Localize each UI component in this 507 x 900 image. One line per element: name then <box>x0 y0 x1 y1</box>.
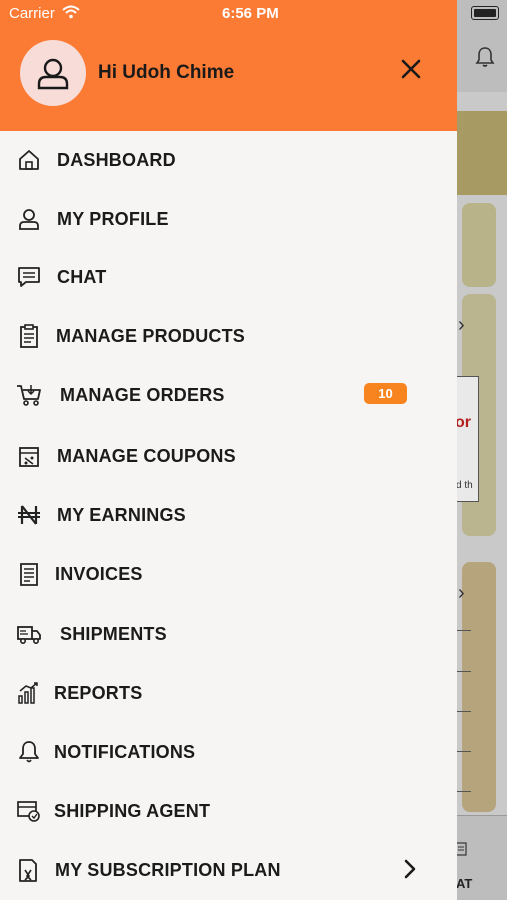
menu-item-label: CHAT <box>57 267 107 287</box>
menu-item-dashboard[interactable]: DASHBOARD <box>0 131 457 189</box>
navigation-drawer: Hi Udoh Chime DASHBOARD MY PROFILE CHAT … <box>0 0 457 900</box>
divider <box>457 751 471 752</box>
menu-item-label: SHIPMENTS <box>60 624 167 644</box>
menu-item-invoices[interactable]: INVOICES <box>0 545 457 603</box>
menu-item-my-subscription-plan[interactable]: MY SUBSCRIPTION PLAN <box>0 841 457 899</box>
naira-icon <box>18 505 40 525</box>
background-card <box>462 562 496 812</box>
menu-item-label: SHIPPING AGENT <box>54 801 211 821</box>
battery-icon <box>471 6 499 20</box>
home-icon <box>19 150 39 170</box>
chevron-right-icon: › <box>458 582 465 604</box>
cart-icon <box>17 385 41 406</box>
menu-item-label: MY EARNINGS <box>57 505 186 525</box>
divider <box>457 791 471 792</box>
user-icon <box>37 58 69 90</box>
background-card <box>462 203 496 287</box>
status-time: 6:56 PM <box>222 5 279 22</box>
menu-item-reports[interactable]: REPORTS <box>0 664 457 722</box>
menu-item-my-profile[interactable]: MY PROFILE <box>0 190 457 248</box>
greeting: Hi Udoh Chime <box>98 62 235 83</box>
avatar[interactable] <box>20 40 86 106</box>
menu-item-manage-products[interactable]: MANAGE PRODUCTS <box>0 307 457 365</box>
divider <box>457 671 471 672</box>
bell-icon <box>19 741 39 763</box>
background-promo-text: or <box>455 414 471 431</box>
menu-item-manage-coupons[interactable]: MANAGE COUPONS <box>0 427 457 485</box>
background-promo-subtext: d th <box>456 480 473 491</box>
bell-icon[interactable] <box>475 46 495 68</box>
menu-item-label: MANAGE PRODUCTS <box>56 326 246 346</box>
menu-item-chat[interactable]: CHAT <box>0 248 457 306</box>
menu-item-label: NOTIFICATIONS <box>54 742 196 762</box>
carrier-label: Carrier <box>9 5 55 22</box>
menu-item-label: INVOICES <box>55 564 143 584</box>
menu-item-notifications[interactable]: NOTIFICATIONS <box>0 723 457 781</box>
user-icon <box>19 209 39 230</box>
background-banner <box>457 111 507 195</box>
bar-chart-icon <box>18 682 38 704</box>
chat-icon <box>18 267 40 287</box>
chevron-right-icon[interactable] <box>400 858 420 880</box>
clipboard-icon <box>20 324 38 348</box>
chevron-right-icon: › <box>458 314 465 336</box>
menu-item-label: MY SUBSCRIPTION PLAN <box>55 860 281 880</box>
close-icon[interactable] <box>396 54 426 84</box>
subscription-icon <box>19 859 37 882</box>
divider <box>457 630 471 631</box>
menu-item-shipping-agent[interactable]: SHIPPING AGENT <box>0 782 457 840</box>
tab-label[interactable]: AT <box>456 876 472 891</box>
menu-item-label: DASHBOARD <box>57 150 176 170</box>
menu-item-label: MANAGE ORDERS <box>60 385 225 405</box>
menu-item-shipments[interactable]: SHIPMENTS <box>0 605 457 663</box>
menu-item-label: REPORTS <box>54 683 143 703</box>
divider <box>457 711 471 712</box>
coupon-icon <box>19 447 39 467</box>
invoice-icon <box>20 563 38 586</box>
menu-item-my-earnings[interactable]: MY EARNINGS <box>0 486 457 544</box>
status-bar: Carrier 6:56 PM <box>0 0 457 28</box>
truck-icon <box>17 626 41 644</box>
menu-item-label: MY PROFILE <box>57 209 169 229</box>
shipping-agent-icon <box>17 801 40 822</box>
menu-item-label: MANAGE COUPONS <box>57 446 236 466</box>
wifi-icon <box>62 5 80 19</box>
orders-count-badge: 10 <box>364 383 407 404</box>
